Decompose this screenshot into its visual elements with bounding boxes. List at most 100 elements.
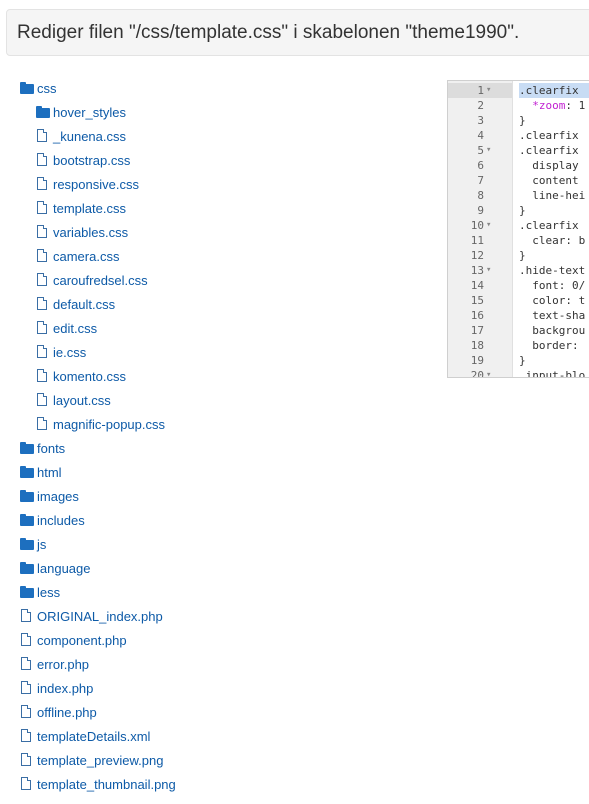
code-text: line-hei: [519, 189, 586, 202]
tree-folder[interactable]: js: [20, 535, 46, 553]
code-line: 7 content: [448, 173, 589, 188]
line-number: 8: [477, 189, 484, 202]
tree-file[interactable]: edit.css: [36, 319, 97, 337]
file-icon: [36, 177, 50, 191]
code-line: 15 color: t: [448, 293, 589, 308]
code-text: display: [519, 159, 579, 172]
code-line: 14 font: 0/: [448, 278, 589, 293]
folder-icon: [20, 489, 34, 503]
tree-item-label: variables.css: [53, 224, 129, 240]
tree-item-label: caroufredsel.css: [53, 272, 148, 288]
code-editor[interactable]: 1 ▾ .clearfix 2 *zoom: 1 3} 4 .clearfix 5 ▾ .clea…: [447, 80, 589, 378]
line-number: 14: [470, 279, 484, 292]
tree-file[interactable]: offline.php: [20, 703, 97, 721]
tree-item-label: less: [37, 584, 61, 600]
code-text: font: 0/: [519, 279, 586, 292]
file-icon: [36, 153, 50, 167]
tree-folder[interactable]: html: [20, 463, 62, 481]
tree-item-label: template_preview.png: [37, 752, 164, 768]
tree-file[interactable]: template.css: [36, 199, 126, 217]
tree-file[interactable]: magnific-popup.css: [36, 415, 165, 433]
code-line: 20 ▾ .input-blo: [448, 368, 589, 377]
code-line: 10 ▾ .clearfix: [448, 218, 589, 233]
fold-toggle-icon[interactable]: ▾: [486, 83, 496, 98]
file-icon: [20, 729, 34, 743]
code-line: 13 ▾ .hide-text: [448, 263, 589, 278]
tree-folder[interactable]: css: [20, 79, 57, 97]
code-line: 17 backgrou: [448, 323, 589, 338]
file-icon: [36, 369, 50, 383]
tree-file[interactable]: template_preview.png: [20, 751, 163, 769]
fold-toggle-icon[interactable]: ▾: [486, 368, 496, 377]
folder-icon: [20, 441, 34, 455]
tree-item-label: language: [37, 560, 91, 576]
code-text: .clearfix: [519, 144, 579, 157]
file-icon: [36, 225, 50, 239]
tree-item-label: bootstrap.css: [53, 152, 131, 168]
folder-icon: [20, 537, 34, 551]
tree-item-label: edit.css: [53, 320, 98, 336]
tree-item-label: index.php: [37, 680, 94, 696]
file-icon: [36, 345, 50, 359]
folder-icon: [20, 81, 34, 95]
line-number: 4: [477, 129, 484, 142]
folder-icon: [36, 105, 50, 119]
file-icon: [36, 273, 50, 287]
code-text: }: [519, 114, 526, 127]
line-number: 15: [470, 294, 484, 307]
tree-file[interactable]: responsive.css: [36, 175, 139, 193]
tree-file[interactable]: ORIGINAL_index.php: [20, 607, 163, 625]
line-number: 2: [477, 99, 484, 112]
tree-file[interactable]: error.php: [20, 655, 89, 673]
tree-item-label: ORIGINAL_index.php: [37, 608, 163, 624]
line-number: 11: [470, 234, 484, 247]
code-line: 5 ▾ .clearfix: [448, 143, 589, 158]
line-number: 9: [477, 204, 484, 217]
tree-file[interactable]: templateDetails.xml: [20, 727, 150, 745]
file-icon: [36, 129, 50, 143]
fold-toggle-icon[interactable]: ▾: [486, 218, 496, 233]
fold-toggle-icon[interactable]: ▾: [486, 143, 496, 158]
tree-file[interactable]: template_thumbnail.png: [20, 775, 176, 793]
code-text: color: t: [519, 294, 586, 307]
tree-file[interactable]: default.css: [36, 295, 115, 313]
tree-folder[interactable]: language: [20, 559, 91, 577]
code-line: 18 border:: [448, 338, 589, 353]
tree-folder[interactable]: fonts: [20, 439, 65, 457]
code-text: .clearfix: [519, 129, 579, 142]
file-icon: [20, 681, 34, 695]
tree-item-label: component.php: [37, 632, 127, 648]
tree-file[interactable]: caroufredsel.css: [36, 271, 148, 289]
tree-file[interactable]: bootstrap.css: [36, 151, 130, 169]
file-icon: [36, 417, 50, 431]
tree-folder[interactable]: hover_styles: [36, 103, 126, 121]
code-text: .clearfix: [519, 219, 579, 232]
tree-file[interactable]: _kunena.css: [36, 127, 126, 145]
code-text: border:: [519, 339, 586, 352]
tree-folder[interactable]: less: [20, 583, 60, 601]
tree-folder[interactable]: includes: [20, 511, 85, 529]
page-header: Rediger filen "/css/template.css" i skab…: [6, 9, 589, 56]
tree-file[interactable]: index.php: [20, 679, 93, 697]
tree-item-label: layout.css: [53, 392, 111, 408]
tree-file[interactable]: component.php: [20, 631, 127, 649]
tree-file[interactable]: layout.css: [36, 391, 111, 409]
line-number: 10: [470, 219, 484, 232]
tree-file[interactable]: camera.css: [36, 247, 119, 265]
file-icon: [36, 249, 50, 263]
tree-folder[interactable]: images: [20, 487, 79, 505]
file-icon: [20, 753, 34, 767]
line-number: 16: [470, 309, 484, 322]
code-line: 12}: [448, 248, 589, 263]
folder-icon: [20, 465, 34, 479]
file-icon: [20, 657, 34, 671]
folder-icon: [20, 513, 34, 527]
file-icon: [36, 321, 50, 335]
tree-file[interactable]: ie.css: [36, 343, 86, 361]
file-icon: [20, 777, 34, 791]
code-line: 8 line-hei: [448, 188, 589, 203]
tree-file[interactable]: komento.css: [36, 367, 126, 385]
fold-toggle-icon[interactable]: ▾: [486, 263, 496, 278]
file-icon: [36, 297, 50, 311]
tree-file[interactable]: variables.css: [36, 223, 128, 241]
